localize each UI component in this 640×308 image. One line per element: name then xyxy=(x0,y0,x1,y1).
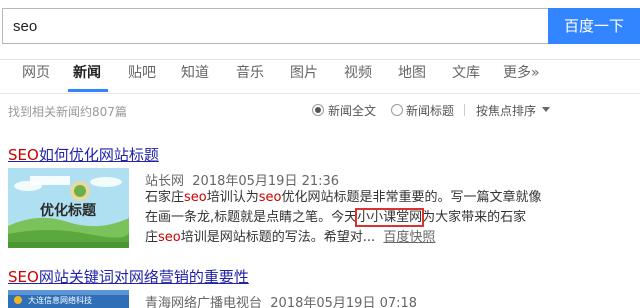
title-keyword: SEO xyxy=(8,268,39,286)
result-meta-1: 站长网 2018年05月19日 21:36 xyxy=(145,170,339,189)
tab-wenku[interactable]: 文库 xyxy=(452,62,480,82)
tab-zhidao[interactable]: 知道 xyxy=(181,62,209,82)
publish-date: 2018年05月19日 21:36 xyxy=(192,174,340,189)
radio-title[interactable] xyxy=(391,104,403,116)
tab-map[interactable]: 地图 xyxy=(398,62,426,82)
sort-dropdown[interactable]: 按焦点排序 xyxy=(476,102,536,119)
snippet-line: 石家庄seo培训认为seo优化网站标题是非常重要的。写一篇文章就像 xyxy=(145,190,542,205)
result-title-2[interactable]: SEO网站关键词对网络营销的重要性 xyxy=(8,266,249,287)
highlighted-site-name: 小小课堂网 xyxy=(355,208,425,227)
thumbnail-image: 优化标题 xyxy=(8,168,129,248)
result-thumbnail-1[interactable]: 优化标题 xyxy=(8,168,129,248)
tab-more[interactable]: 更多» xyxy=(503,62,540,82)
divider xyxy=(464,104,465,116)
tab-web[interactable]: 网页 xyxy=(22,62,50,82)
category-tabs: 网页 新闻 贴吧 知道 音乐 图片 视频 地图 文库 更多» xyxy=(0,50,640,94)
thumbnail-image: 大连信息网络科技 xyxy=(8,290,129,308)
radio-full-text[interactable] xyxy=(312,104,324,116)
thumbnail-caption: 大连信息网络科技 xyxy=(28,295,92,305)
tab-news[interactable]: 新闻 xyxy=(73,62,101,82)
result-thumbnail-2[interactable]: 大连信息网络科技 xyxy=(8,290,129,308)
thumbnail-caption: 优化标题 xyxy=(40,202,97,219)
cache-link[interactable]: 百度快照 xyxy=(383,230,435,245)
full-text-label[interactable]: 新闻全文 xyxy=(328,102,376,119)
search-input[interactable] xyxy=(2,8,548,44)
title-text: 如何优化网站标题 xyxy=(38,146,159,164)
title-text: 网站关键词对网络营销的重要性 xyxy=(38,268,249,286)
title-label[interactable]: 新闻标题 xyxy=(406,102,454,119)
tab-tieba[interactable]: 贴吧 xyxy=(128,62,156,82)
tab-video[interactable]: 视频 xyxy=(344,62,372,82)
result-count: 找到相关新闻约807篇 xyxy=(8,105,127,119)
result-meta-2: 青海网络广播电视台 2018年05月19日 07:18 xyxy=(145,292,417,308)
result-title-1[interactable]: SEO如何优化网站标题 xyxy=(8,144,159,165)
snippet-line: 庄seo培训是网站标题的写法。希望对... 百度快照 xyxy=(145,230,436,245)
search-button[interactable]: 百度一下 xyxy=(548,8,640,44)
tab-images[interactable]: 图片 xyxy=(290,62,318,82)
source-name: 站长网 xyxy=(145,174,185,189)
snippet-line: 在画一条龙,标题就是点睛之笔。今天小小课堂网为大家带来的石家 xyxy=(145,208,527,227)
result-snippet-1: 石家庄seo培训认为seo优化网站标题是非常重要的。写一篇文章就像 在画一条龙,… xyxy=(145,188,545,248)
filter-bar: 找到相关新闻约807篇 新闻全文 新闻标题 按焦点排序 xyxy=(0,96,640,124)
title-keyword: SEO xyxy=(8,146,39,164)
active-tab-indicator xyxy=(68,89,108,92)
caret-down-icon xyxy=(542,107,550,112)
source-name: 青海网络广播电视台 xyxy=(145,296,263,308)
tab-music[interactable]: 音乐 xyxy=(236,62,264,82)
publish-date: 2018年05月19日 07:18 xyxy=(270,296,418,308)
